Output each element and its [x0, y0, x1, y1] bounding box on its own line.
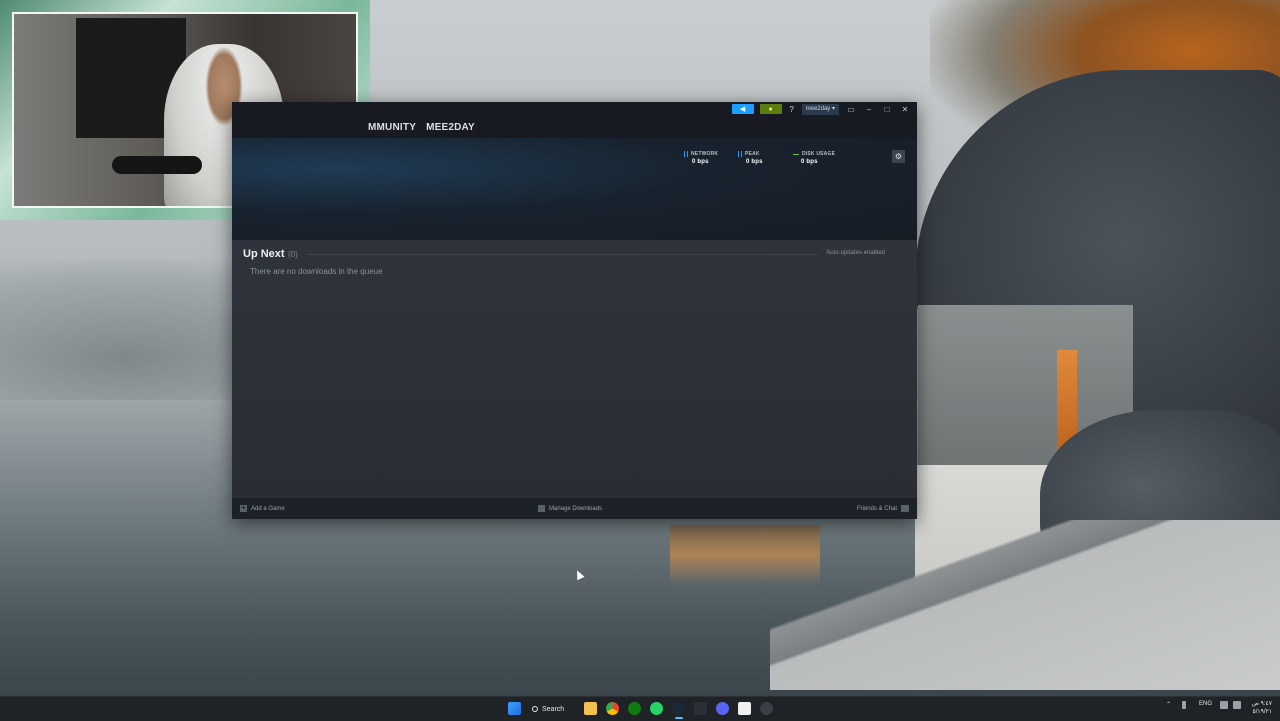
big-picture-icon[interactable]: ▭ — [845, 105, 857, 114]
notepad-icon[interactable] — [738, 702, 751, 715]
account-name: mee2day — [805, 105, 831, 112]
account-menu-button[interactable]: mee2day ▾ — [801, 103, 839, 115]
manage-downloads-button[interactable]: Manage Downloads — [538, 505, 602, 512]
steam-footer: + Add a Game Manage Downloads Friends & … — [232, 498, 917, 519]
discord-icon[interactable] — [716, 702, 729, 715]
microphone-icon[interactable] — [1182, 701, 1186, 709]
taskbar: Search ⌃ ENG ٩:٤٧ ص ٥/١٩/٢١ — [0, 696, 1280, 721]
plus-icon: + — [240, 505, 247, 512]
chrome-icon[interactable] — [606, 702, 619, 715]
webcam-microphone — [112, 156, 202, 174]
system-clock[interactable]: ٩:٤٧ ص ٥/١٩/٢١ — [1252, 700, 1272, 716]
file-explorer-icon[interactable] — [584, 702, 597, 715]
water-reflection — [670, 525, 820, 585]
pool-edge — [770, 520, 1280, 690]
steam-icon[interactable] — [672, 702, 685, 715]
whatsapp-icon[interactable] — [650, 702, 663, 715]
downloads-content: Up Next (0) Auto-updates enabled There a… — [232, 240, 917, 498]
steam-titlebar: ◀ ● ? mee2day ▾ ▭ – □ ✕ — [232, 102, 917, 116]
up-next-title: Up Next — [243, 248, 285, 260]
auto-updates-label: Auto-updates enabled — [826, 250, 885, 256]
announcements-button[interactable]: ◀ — [731, 104, 754, 114]
up-next-count: (0) — [288, 250, 298, 259]
windows-start-icon[interactable] — [508, 702, 521, 715]
notifications-button[interactable]: ● — [759, 104, 782, 114]
minimize-icon[interactable]: – — [863, 105, 875, 114]
taskbar-search[interactable]: Search — [532, 702, 564, 716]
app-icon[interactable] — [694, 702, 707, 715]
volume-icon[interactable] — [1233, 701, 1241, 709]
download-icon — [538, 505, 545, 512]
steam-window: ◀ ● ? mee2day ▾ ▭ – □ ✕ MMUNITY MEE2DAY … — [232, 102, 917, 519]
network-value: 0 bps — [692, 159, 709, 165]
add-game-button[interactable]: + Add a Game — [240, 505, 285, 512]
maximize-icon[interactable]: □ — [881, 105, 893, 114]
gear-icon[interactable]: ⚙ — [892, 150, 905, 163]
clock-time: ٩:٤٧ ص — [1251, 701, 1272, 707]
disk-line-icon — [793, 153, 799, 155]
friends-chat-button[interactable]: Friends & Chat — [857, 505, 909, 512]
peak-bar-icon — [738, 151, 742, 157]
empty-queue-message: There are no downloads in the queue — [250, 267, 383, 276]
network-icon[interactable] — [1220, 701, 1228, 709]
active-app-indicator — [675, 717, 683, 719]
chat-icon — [901, 505, 909, 512]
network-stat: NETWORK 0 bps — [684, 151, 718, 165]
section-divider — [306, 254, 818, 255]
peak-value: 0 bps — [746, 159, 763, 165]
megaphone-icon: ◀ — [739, 106, 746, 113]
clock-app-icon[interactable] — [760, 702, 773, 715]
disk-usage-value: 0 bps — [801, 159, 818, 165]
xbox-icon[interactable] — [628, 702, 641, 715]
downloads-header: NETWORK 0 bps PEAK 0 bps DISK USAGE 0 bp… — [232, 138, 917, 240]
language-indicator[interactable]: ENG — [1199, 701, 1212, 707]
tray-overflow-icon[interactable]: ⌃ — [1166, 701, 1171, 708]
peak-stat: PEAK 0 bps — [738, 151, 763, 165]
network-bar-icon — [684, 151, 688, 157]
close-icon[interactable]: ✕ — [899, 105, 911, 114]
steam-navbar: MMUNITY MEE2DAY — [232, 116, 917, 138]
bell-icon: ● — [768, 105, 773, 113]
nav-community[interactable]: MMUNITY — [368, 122, 416, 133]
clock-date: ٥/١٩/٢١ — [1252, 709, 1272, 715]
search-icon — [532, 706, 538, 712]
disk-usage-stat: DISK USAGE 0 bps — [793, 151, 835, 165]
nav-profile[interactable]: MEE2DAY — [426, 122, 475, 133]
help-button[interactable]: ? — [788, 105, 796, 114]
